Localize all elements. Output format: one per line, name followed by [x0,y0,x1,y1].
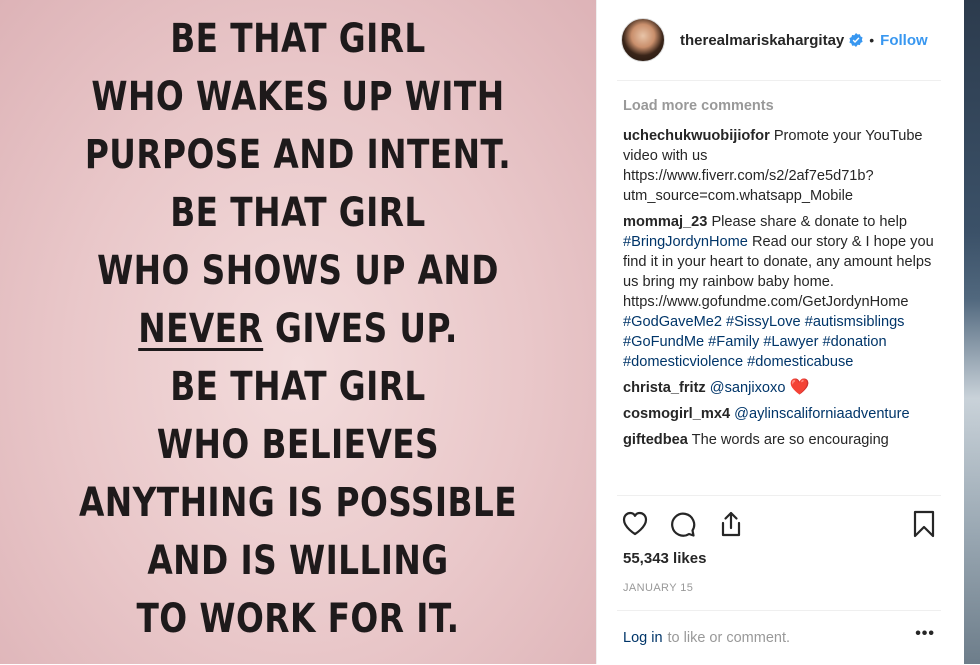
heart-emoji-icon: ❤️ [789,379,810,396]
heart-icon[interactable] [621,510,649,538]
post-date[interactable]: JANUARY 15 [623,582,693,594]
share-icon[interactable] [717,510,745,538]
comment-item: giftedbea The words are so encouraging [623,430,943,450]
quote-line: AND IS WILLING [147,538,449,584]
comment-item: mommaj_23 Please share & donate to help … [623,212,943,372]
post-header: therealmariskahargitay • Follow [617,0,941,81]
likes-count[interactable]: 55,343 likes [623,550,706,567]
post-side-panel: therealmariskahargitay • Follow Load mor… [596,0,965,664]
comment-item: christa_fritz @sanjixoxo ❤️ [623,378,943,398]
quote-word-never: NEVER [138,306,264,352]
quote-line: WHO SHOWS UP AND [97,248,499,294]
quote-line: PURPOSE AND INTENT. [84,132,512,178]
comment-icon[interactable] [669,510,697,538]
avatar[interactable] [621,18,665,62]
comment-item: cosmogirl_mx4 @aylinscaliforniaadventure [623,404,943,424]
comments-list[interactable]: Load more comments uchechukwuobijiofor P… [623,96,943,494]
post-actions-bar [617,495,941,538]
quote-text: BE THAT GIRL WHO WAKES UP WITH PURPOSE A… [54,10,543,648]
load-more-comments-button[interactable]: Load more comments [623,96,943,116]
login-prompt-text: to like or comment. [667,630,791,646]
verified-badge-icon [849,33,863,47]
quote-line: WHO WAKES UP WITH [91,74,505,120]
quote-line: TO WORK FOR IT. [136,596,460,642]
login-footer: Log in to like or comment. ••• [617,610,941,665]
quote-fragment: GIVES UP. [275,306,458,352]
comment-text: Please share & donate to help [711,214,907,230]
comment-username[interactable]: giftedbea [623,432,688,448]
comment-username[interactable]: uchechukwuobijiofor [623,128,770,144]
hashtag-link[interactable]: #BringJordynHome [623,234,748,250]
quote-line: BE THAT GIRL [170,364,426,410]
action-icons [621,510,745,538]
quote-line: WHO BELIEVES [156,422,440,468]
more-options-icon[interactable]: ••• [915,625,935,643]
mention-link[interactable]: @aylinscaliforniaadventure [734,406,909,422]
comment-item: uchechukwuobijiofor Promote your YouTube… [623,126,943,206]
comment-username[interactable]: christa_fritz [623,380,706,396]
quote-line: NEVER GIVES UP. [54,300,543,358]
quote-line: ANYTHING IS POSSIBLE [78,480,518,526]
login-link[interactable]: Log in [623,630,663,646]
post-image: BE THAT GIRL WHO WAKES UP WITH PURPOSE A… [0,0,596,664]
separator-dot: • [869,32,875,48]
username-link[interactable]: therealmariskahargitay [680,32,844,49]
hashtag-links[interactable]: #GodGaveMe2 #SissyLove #autismsiblings #… [623,314,904,370]
comment-username[interactable]: mommaj_23 [623,214,707,230]
mention-link[interactable]: @sanjixoxo [710,380,786,396]
follow-button[interactable]: Follow [880,32,928,49]
bookmark-icon[interactable] [912,510,936,543]
background-page-edge [964,0,980,664]
quote-line: BE THAT GIRL [170,16,426,62]
comment-username[interactable]: cosmogirl_mx4 [623,406,730,422]
comment-text: The words are so encouraging [691,432,889,448]
quote-line: BE THAT GIRL [170,190,426,236]
